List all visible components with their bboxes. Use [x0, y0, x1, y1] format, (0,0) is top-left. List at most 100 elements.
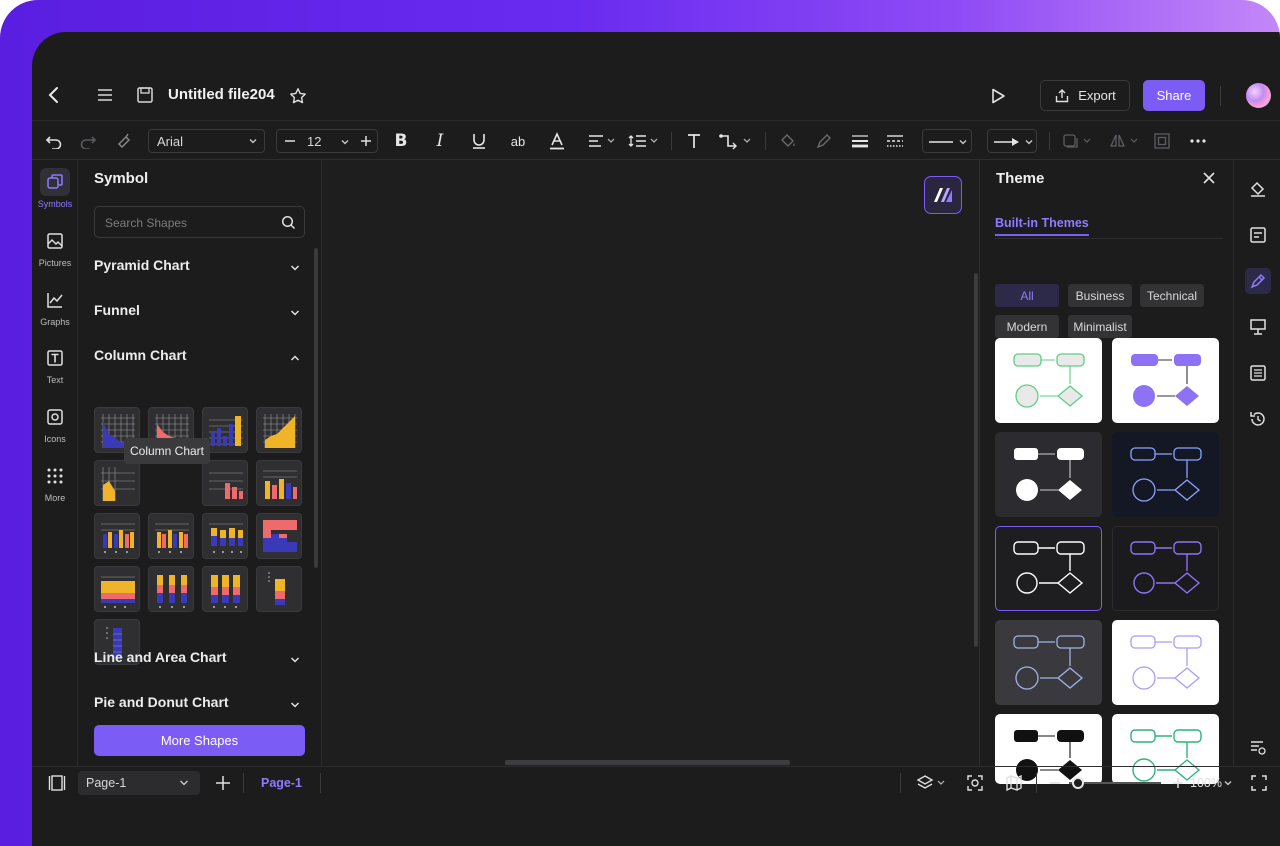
share-button[interactable]: Share: [1143, 80, 1205, 111]
rail-item-text[interactable]: Text: [32, 344, 78, 396]
shape-thumbnail[interactable]: [202, 513, 248, 559]
theme-card[interactable]: [995, 338, 1102, 423]
italic-icon[interactable]: I: [430, 131, 450, 151]
font-size-value[interactable]: 12: [307, 134, 321, 149]
tab-built-in-themes[interactable]: Built-in Themes: [995, 216, 1089, 236]
fill-button[interactable]: [778, 131, 798, 151]
connector-button[interactable]: [718, 131, 754, 151]
shape-thumbnail[interactable]: [148, 513, 194, 559]
export-button[interactable]: Export: [1040, 80, 1130, 111]
zoom-slider-handle[interactable]: [1072, 777, 1084, 789]
crop-button[interactable]: [1152, 131, 1172, 151]
horizontal-scrollbar[interactable]: [505, 760, 790, 765]
more-options-button[interactable]: [1187, 131, 1209, 151]
fullscreen-button[interactable]: [1250, 774, 1268, 792]
format-painter-button[interactable]: [114, 131, 134, 151]
zoom-out-button[interactable]: [1048, 776, 1062, 790]
align-button[interactable]: [586, 131, 618, 151]
layers-button[interactable]: [916, 774, 948, 792]
bold-icon[interactable]: B: [391, 131, 411, 151]
line-style-select[interactable]: [922, 129, 972, 153]
flip-button[interactable]: [1109, 131, 1141, 151]
presentation-button[interactable]: [1245, 314, 1271, 340]
line-color-button[interactable]: [814, 131, 834, 151]
shape-thumbnail[interactable]: [202, 566, 248, 612]
category-funnel[interactable]: Funnel: [94, 302, 305, 326]
theme-card[interactable]: [995, 620, 1102, 705]
rail-item-more[interactable]: More: [32, 462, 78, 514]
theme-card[interactable]: [1112, 526, 1219, 611]
filter-business[interactable]: Business: [1068, 284, 1132, 307]
arrow-style-select[interactable]: [987, 129, 1037, 153]
category-pyramid-chart[interactable]: Pyramid Chart: [94, 257, 305, 281]
close-button[interactable]: [1201, 170, 1217, 186]
page-panel-toggle[interactable]: [48, 774, 66, 792]
rail-item-graphs[interactable]: Graphs: [32, 286, 78, 338]
back-button[interactable]: [44, 84, 64, 106]
underline-button[interactable]: [469, 131, 489, 151]
category-line-area-chart[interactable]: Line and Area Chart: [94, 649, 305, 673]
page-select[interactable]: Page-1: [78, 771, 200, 795]
vertical-scrollbar[interactable]: [974, 273, 978, 647]
shape-thumbnail[interactable]: [256, 513, 302, 559]
theme-card[interactable]: [1112, 620, 1219, 705]
rail-item-pictures[interactable]: Pictures: [32, 227, 78, 279]
shape-thumbnail[interactable]: [256, 460, 302, 506]
shape-thumbnail[interactable]: [256, 407, 302, 453]
shadow-button[interactable]: [1062, 131, 1094, 151]
present-button[interactable]: [986, 84, 1010, 108]
filter-minimalist[interactable]: Minimalist: [1068, 315, 1132, 338]
theme-button[interactable]: [1245, 268, 1271, 294]
focus-button[interactable]: [966, 774, 984, 792]
font-family-select[interactable]: Arial: [148, 129, 265, 153]
rail-item-icons[interactable]: Icons: [32, 403, 78, 455]
file-title[interactable]: Untitled file204: [168, 86, 275, 103]
ai-assistant-button[interactable]: [924, 176, 962, 214]
decrease-size-button[interactable]: [283, 134, 297, 148]
text-tool-button[interactable]: [684, 131, 704, 151]
theme-card[interactable]: [995, 432, 1102, 517]
settings-button[interactable]: [1245, 734, 1271, 760]
zoom-in-button[interactable]: [1171, 776, 1185, 790]
menu-button[interactable]: [94, 84, 116, 106]
save-button[interactable]: [134, 84, 156, 106]
search-input[interactable]: [105, 214, 275, 232]
shape-thumbnail[interactable]: [94, 460, 140, 506]
shape-thumbnail[interactable]: [148, 566, 194, 612]
filter-technical[interactable]: Technical: [1140, 284, 1204, 307]
line-weight-button[interactable]: [850, 131, 870, 151]
category-column-chart[interactable]: Column Chart: [94, 347, 305, 371]
filter-modern[interactable]: Modern: [995, 315, 1059, 338]
shape-thumbnail[interactable]: [94, 566, 140, 612]
zoom-level[interactable]: 100%: [1190, 776, 1222, 790]
shape-thumbnail[interactable]: [94, 513, 140, 559]
shape-thumbnail[interactable]: [256, 566, 302, 612]
theme-card-selected[interactable]: [995, 526, 1102, 611]
page-format-button[interactable]: [1245, 222, 1271, 248]
add-page-button[interactable]: [214, 774, 232, 792]
dash-style-button[interactable]: [885, 131, 905, 151]
search-icon[interactable]: [281, 215, 296, 230]
map-button[interactable]: [1005, 774, 1023, 792]
more-shapes-button[interactable]: More Shapes: [94, 725, 305, 756]
theme-card[interactable]: [1112, 338, 1219, 423]
font-color-button[interactable]: [547, 131, 567, 151]
redo-button[interactable]: [78, 131, 98, 151]
panel-scrollbar[interactable]: [314, 248, 318, 568]
chevron-down-icon[interactable]: [1223, 778, 1233, 788]
rail-item-symbols[interactable]: Symbols: [32, 168, 78, 220]
increase-size-button[interactable]: [359, 134, 373, 148]
avatar[interactable]: [1246, 83, 1271, 108]
fill-style-button[interactable]: [1245, 176, 1271, 202]
favorite-button[interactable]: [287, 85, 309, 107]
strikethrough-icon[interactable]: ab: [508, 131, 528, 151]
line-spacing-button[interactable]: [628, 131, 660, 151]
filter-all[interactable]: All: [995, 284, 1059, 307]
history-button[interactable]: [1245, 406, 1271, 432]
page-tab-active[interactable]: Page-1: [261, 776, 302, 790]
undo-button[interactable]: [44, 131, 64, 151]
shape-thumbnail[interactable]: [202, 460, 248, 506]
drawing-canvas[interactable]: [322, 160, 979, 766]
theme-card[interactable]: [1112, 432, 1219, 517]
category-pie-donut-chart[interactable]: Pie and Donut Chart: [94, 694, 305, 718]
